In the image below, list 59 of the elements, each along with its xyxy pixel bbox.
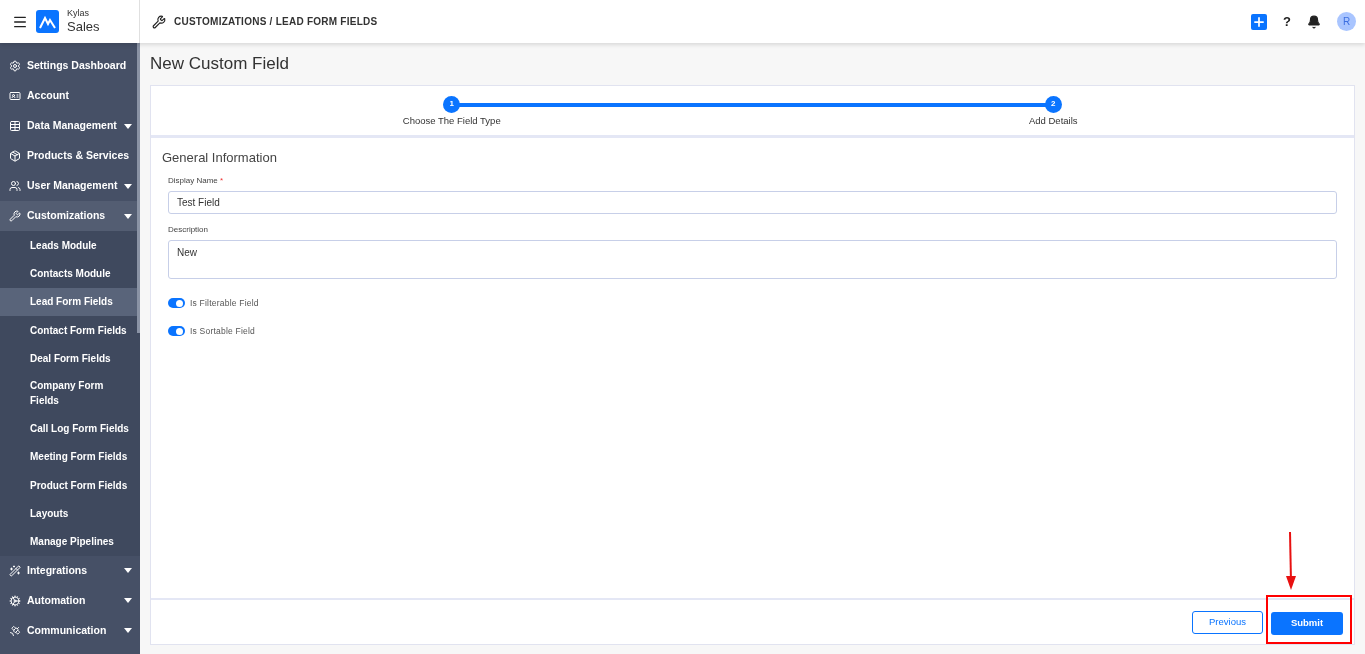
- field-label: Display Name *: [168, 175, 225, 187]
- sidebar-item[interactable]: Communication: [0, 615, 140, 646]
- toggle-switch[interactable]: [168, 298, 185, 308]
- caret-icon[interactable]: [124, 568, 132, 574]
- product-name: Sales: [67, 19, 100, 36]
- submit-button[interactable]: Submit: [1271, 611, 1343, 635]
- previous-button[interactable]: Previous: [1192, 610, 1263, 634]
- sidebar-subitem[interactable]: Manage Pipelines: [0, 527, 140, 556]
- caret-icon[interactable]: [124, 123, 132, 129]
- satellite-icon: [9, 624, 21, 637]
- caret-icon[interactable]: [124, 598, 132, 604]
- sidebar-subitem[interactable]: Contacts Module: [0, 259, 140, 288]
- sidebar-subitem[interactable]: Deal Form Fields: [0, 344, 140, 373]
- sidebar-item[interactable]: Account: [0, 81, 140, 111]
- logo-icon: [36, 10, 59, 33]
- description-field[interactable]: New: [168, 240, 1337, 279]
- caret-icon[interactable]: [124, 213, 132, 219]
- table-icon: [9, 120, 21, 132]
- sidebar-subitem[interactable]: Call Log Form Fields: [0, 414, 140, 443]
- sidebar-item[interactable]: User Management: [0, 171, 140, 201]
- step-number: 2: [1044, 95, 1062, 113]
- sidebar-subitem[interactable]: Company Form Fields: [0, 372, 140, 415]
- step-label: Add Details: [1028, 113, 1078, 128]
- gears-icon: [9, 594, 21, 607]
- magic-wand-icon: [9, 564, 21, 577]
- sidebar-subitem[interactable]: Leads Module: [0, 231, 140, 260]
- toggle-label: Is Sortable Field: [190, 324, 256, 338]
- toggle-label: Is Filterable Field: [190, 296, 259, 310]
- sidebar-subitem[interactable]: Contact Form Fields: [0, 315, 140, 345]
- help-button[interactable]: ?: [1283, 11, 1291, 32]
- field-label: Description: [168, 224, 209, 236]
- settings-icon: [9, 60, 21, 72]
- brand-name: Kylas: [67, 7, 90, 19]
- tools-icon: [152, 14, 166, 29]
- add-button[interactable]: [1251, 13, 1268, 30]
- sidebar-item[interactable]: Products & Services: [0, 141, 140, 171]
- sidebar-subitem[interactable]: Layouts: [0, 499, 140, 528]
- notification-icon[interactable]: [1307, 14, 1321, 29]
- sidebar-item[interactable]: Automation: [0, 585, 140, 616]
- caret-icon[interactable]: [124, 183, 132, 189]
- step-label: Choose The Field Type: [402, 113, 501, 128]
- text-field[interactable]: Test Field: [168, 191, 1337, 214]
- box-icon: [9, 150, 21, 162]
- sidebar-item[interactable]: Customizations: [0, 201, 140, 231]
- step-number: 1: [443, 95, 461, 113]
- id-card-icon: [9, 90, 21, 102]
- page-title: New Custom Field: [150, 53, 290, 75]
- sidebar-subitem[interactable]: Lead Form Fields: [0, 287, 140, 316]
- caret-icon[interactable]: [124, 628, 132, 634]
- breadcrumb: CUSTOMIZATIONS / LEAD FORM FIELDS: [174, 15, 378, 29]
- section-title: General Information: [162, 148, 278, 167]
- sidebar-subitem[interactable]: Meeting Form Fields: [0, 442, 140, 472]
- sidebar-item[interactable]: Data Management: [0, 111, 140, 141]
- tools-icon: [9, 210, 21, 222]
- sidebar-item[interactable]: Integrations: [0, 555, 140, 586]
- users-icon: [9, 180, 21, 192]
- sidebar-item[interactable]: Settings Dashboard: [0, 51, 140, 81]
- sidebar-subitem[interactable]: Product Form Fields: [0, 471, 140, 500]
- toggle-switch[interactable]: [168, 326, 185, 336]
